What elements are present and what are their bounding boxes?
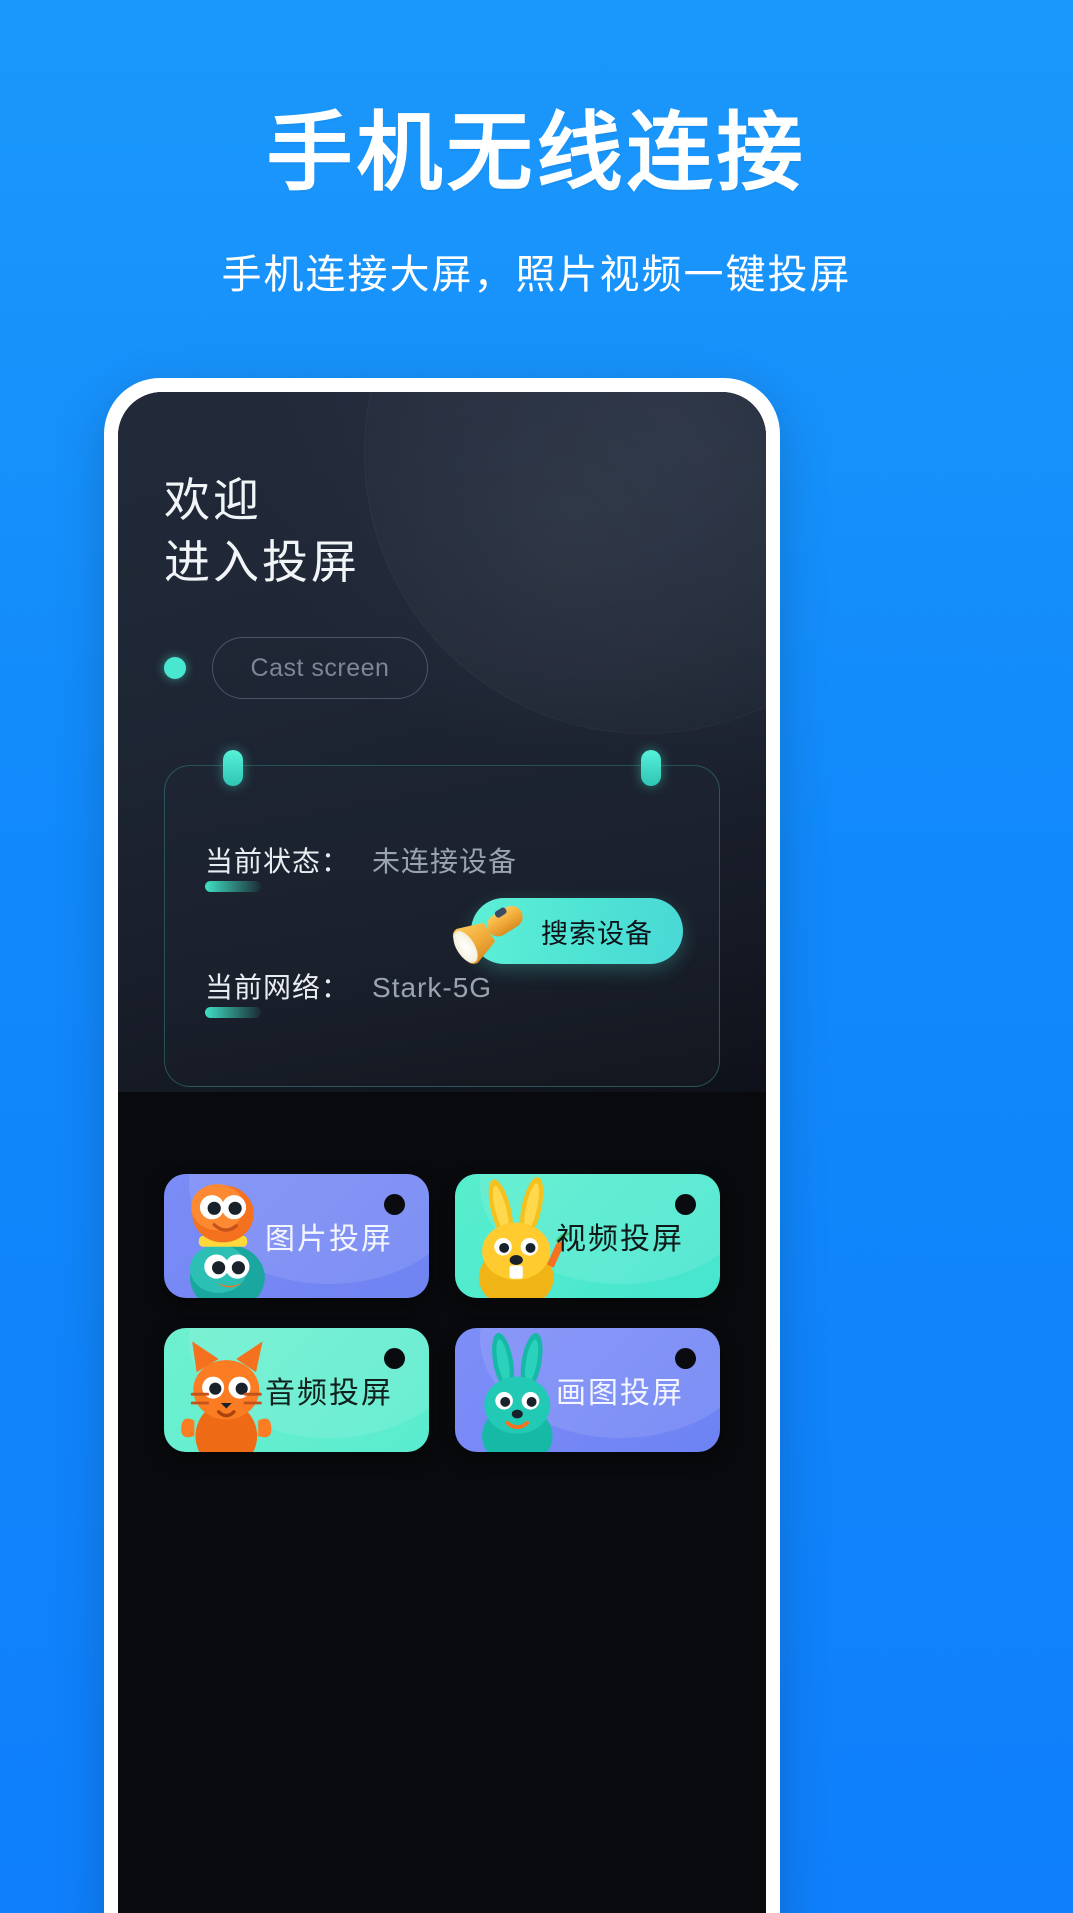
search-device-label: 搜索设备 bbox=[541, 918, 653, 949]
cast-screen-button[interactable]: Cast screen bbox=[212, 637, 428, 700]
status-value-connection: 未连接设备 bbox=[372, 846, 518, 878]
status-label-network: 当前网络： bbox=[205, 966, 350, 1019]
status-indicator-dot bbox=[164, 657, 186, 680]
welcome-line-1: 欢迎 bbox=[164, 474, 262, 526]
search-device-button[interactable]: 搜索设备 bbox=[452, 898, 683, 965]
welcome-line-2: 进入投屏 bbox=[164, 535, 360, 588]
phone-screen: 欢迎 进入投屏 Cast screen 当前状态： 未连接设备 当前网络： St… bbox=[118, 392, 766, 1913]
phone-frame: 欢迎 进入投屏 Cast screen 当前状态： 未连接设备 当前网络： St… bbox=[104, 378, 780, 1913]
welcome-heading: 欢迎 进入投屏 bbox=[164, 392, 720, 593]
status-value-network: Stark-5G bbox=[372, 972, 493, 1004]
status-row-network: 当前网络： Stark-5G bbox=[205, 966, 679, 1019]
page-title: 手机无线连接 bbox=[266, 105, 807, 201]
card-handle-left[interactable] bbox=[223, 750, 243, 787]
status-label-connection: 当前状态： bbox=[205, 840, 350, 893]
phone-mockup: 欢迎 进入投屏 Cast screen 当前状态： 未连接设备 当前网络： St… bbox=[104, 378, 780, 1913]
tile-label: 视频投屏 bbox=[556, 1223, 684, 1256]
tile-label: 画图投屏 bbox=[556, 1377, 684, 1410]
card-handle-right[interactable] bbox=[641, 750, 661, 787]
tile-label: 图片投屏 bbox=[265, 1223, 393, 1256]
cast-screen-label: Cast screen bbox=[250, 653, 390, 682]
status-row-connection: 当前状态： 未连接设备 bbox=[205, 840, 679, 893]
tile-label: 音频投屏 bbox=[265, 1377, 393, 1410]
cast-screen-row: Cast screen bbox=[164, 637, 720, 700]
page-subtitle: 手机连接大屏，照片视频一键投屏 bbox=[221, 253, 852, 298]
hero-section: 手机无线连接 手机连接大屏，照片视频一键投屏 bbox=[0, 0, 1073, 300]
app-content: 欢迎 进入投屏 Cast screen 当前状态： 未连接设备 当前网络： St… bbox=[118, 392, 766, 1913]
status-card: 当前状态： 未连接设备 当前网络： Stark-5G 搜索设备 bbox=[164, 750, 720, 1088]
flashlight-icon bbox=[452, 906, 523, 965]
